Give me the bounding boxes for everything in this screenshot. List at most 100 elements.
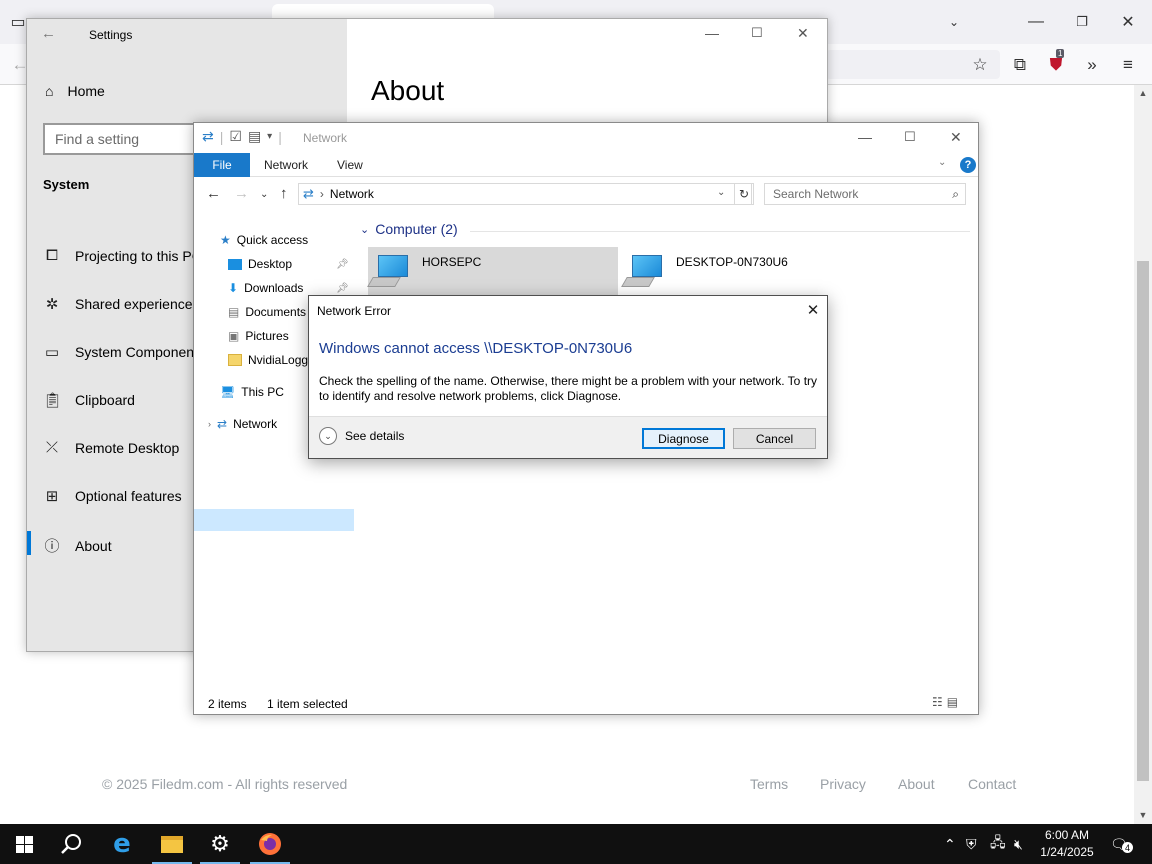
explorer-close-icon[interactable]: ✕ <box>950 129 962 146</box>
nav-label: NvidiaLogg <box>248 353 309 367</box>
tab-file[interactable]: File <box>194 153 250 177</box>
cancel-button[interactable]: Cancel <box>733 428 816 449</box>
group-label: Computer (2) <box>375 221 458 237</box>
settings-minimize-icon[interactable]: — <box>705 25 719 41</box>
properties-icon[interactable]: ☑ <box>229 128 242 145</box>
explorer-search-input[interactable]: Search Network ⌕ <box>764 183 966 205</box>
scroll-up-icon[interactable]: ▲ <box>1134 85 1152 101</box>
hamburger-menu-icon[interactable]: ≡ <box>1114 51 1142 79</box>
recent-locations-icon[interactable]: ⌄ <box>260 189 268 200</box>
search-icon[interactable]: ⌕ <box>952 187 959 202</box>
system-clock[interactable]: 6:00 AM 1/24/2025 <box>1036 827 1098 861</box>
tab-network[interactable]: Network <box>264 158 308 172</box>
document-icon: ▤ <box>228 305 240 319</box>
forward-arrow-icon[interactable]: → <box>234 185 249 202</box>
browser-restore-icon[interactable]: ❐ <box>1068 8 1096 36</box>
see-details-toggle[interactable]: ⌄ See details <box>319 427 404 445</box>
nav-label: This PC <box>241 385 284 399</box>
footer-link-contact[interactable]: Contact <box>968 776 1016 792</box>
address-bar[interactable]: ⇄ › Network ⌄ <box>298 183 752 205</box>
group-divider <box>470 231 970 232</box>
footer-link-privacy[interactable]: Privacy <box>820 776 866 792</box>
ublock-icon[interactable]: ⛊ 1 <box>1042 49 1070 79</box>
tab-view[interactable]: View <box>337 158 363 172</box>
refresh-icon[interactable]: ↻ <box>734 183 754 205</box>
settings-close-icon[interactable]: ✕ <box>797 25 809 42</box>
settings-item-projecting[interactable]: ⧠ Projecting to this PC <box>43 247 202 264</box>
up-arrow-icon[interactable]: ↑ <box>280 185 288 202</box>
settings-item-about[interactable]: ⓘ About <box>43 535 111 556</box>
firefox-icon[interactable] <box>246 824 294 864</box>
settings-home-link[interactable]: ⌂ Home <box>45 83 105 99</box>
share-icon: ✲ <box>45 296 59 313</box>
diagnose-button[interactable]: Diagnose <box>642 428 725 449</box>
settings-item-system-components[interactable]: ▭ System Components <box>43 343 205 361</box>
help-icon[interactable]: ? <box>960 157 976 173</box>
desktop-icon <box>228 258 242 270</box>
nav-item-pictures[interactable]: ▣ Pictures <box>228 329 289 343</box>
settings-gear-icon[interactable]: ⚙ <box>196 824 244 864</box>
dialog-close-icon[interactable]: ✕ <box>803 300 823 320</box>
settings-maximize-icon[interactable]: ☐ <box>751 25 763 41</box>
tab-overflow-chevron-icon[interactable]: ⌄ <box>940 8 968 36</box>
explorer-maximize-icon[interactable]: ☐ <box>904 129 916 145</box>
see-details-label: See details <box>345 429 405 443</box>
settings-item-shared-experiences[interactable]: ✲ Shared experiences <box>43 295 200 313</box>
nav-item-nvidialogg[interactable]: NvidiaLogg <box>228 353 308 367</box>
back-arrow-icon[interactable]: ← <box>206 185 221 202</box>
nav-item-documents[interactable]: ▤ Documents <box>228 305 306 319</box>
nav-item-this-pc[interactable]: 🖥︎ This PC <box>220 385 284 399</box>
tiles-view-icon[interactable]: ▤ <box>947 695 958 709</box>
explorer-titlebar: ⇄ | ☑ ▤ ▾ | Network — ☐ ✕ <box>194 123 978 153</box>
pin-icon[interactable]: 📌︎ <box>336 259 349 270</box>
computer-item-horsepc[interactable]: HORSEPC <box>367 255 481 287</box>
settings-item-label: Shared experiences <box>75 296 200 312</box>
expand-chevron-icon[interactable]: › <box>208 419 211 429</box>
ribbon-expand-icon[interactable]: ⌄ <box>938 157 946 168</box>
search-icon[interactable] <box>48 824 96 864</box>
page-scrollbar[interactable]: ▲ ▼ <box>1134 85 1152 824</box>
nav-item-desktop[interactable]: Desktop <box>228 257 292 271</box>
explorer-minimize-icon[interactable]: — <box>858 129 872 145</box>
pin-icon[interactable]: 📌︎ <box>336 283 349 294</box>
scroll-thumb[interactable] <box>1137 261 1149 781</box>
search-placeholder: Search Network <box>773 187 859 201</box>
collapse-chevron-icon[interactable]: ⌄ <box>360 223 369 236</box>
details-view-icon[interactable]: ☷ <box>932 695 943 709</box>
settings-back-icon[interactable]: ← <box>41 25 56 42</box>
nav-label: Quick access <box>236 233 309 247</box>
nav-item-quick-access[interactable]: ★ Quick access <box>220 233 308 247</box>
settings-item-remote-desktop[interactable]: ⤫ Remote Desktop <box>43 439 179 456</box>
volume-muted-icon[interactable]: 🔇︎ <box>1014 824 1023 864</box>
download-arrow-icon: ⬇ <box>228 281 239 295</box>
windows-start-icon[interactable] <box>0 824 48 864</box>
browser-minimize-icon[interactable]: — <box>1022 8 1050 36</box>
scroll-down-icon[interactable]: ▼ <box>1134 807 1152 823</box>
network-status-icon[interactable]: 🖧︎ <box>990 824 1006 864</box>
dialog-heading: Windows cannot access \\DESKTOP-0N730U6 <box>319 340 633 357</box>
settings-item-clipboard[interactable]: 📋︎ Clipboard <box>43 391 135 409</box>
qat-dropdown-icon[interactable]: ▾ <box>267 131 272 142</box>
network-folder-icon: ⇄ <box>202 128 214 144</box>
address-dropdown-icon[interactable]: ⌄ <box>717 187 725 198</box>
security-shield-icon[interactable]: ⛨ <box>966 824 977 864</box>
nav-item-downloads[interactable]: ⬇ Downloads <box>228 281 303 295</box>
components-icon: ▭ <box>44 344 60 361</box>
show-hidden-icons-chevron-icon[interactable]: ⌃ <box>944 824 956 864</box>
browser-close-icon[interactable]: ✕ <box>1114 8 1142 36</box>
nav-item-network[interactable]: › ⇄ Network <box>208 417 277 431</box>
footer-link-about[interactable]: About <box>898 776 935 792</box>
settings-item-optional-features[interactable]: ⊞ Optional features <box>43 487 182 505</box>
settings-active-indicator <box>27 531 31 555</box>
footer-link-terms[interactable]: Terms <box>750 776 788 792</box>
file-explorer-icon[interactable] <box>148 824 196 864</box>
bookmark-star-icon[interactable]: ☆ <box>966 51 994 79</box>
address-path[interactable]: Network <box>330 187 374 201</box>
group-header-computer[interactable]: ⌄ Computer (2) <box>360 221 458 237</box>
computer-item-desktop[interactable]: DESKTOP-0N730U6 <box>621 255 788 287</box>
overflow-menu-icon[interactable]: » <box>1078 51 1106 79</box>
toolbar-separator: | <box>219 128 224 145</box>
edge-browser-icon[interactable]: e <box>98 824 146 864</box>
new-folder-icon[interactable]: ▤ <box>248 128 261 145</box>
extensions-icon[interactable]: ⧉ <box>1006 51 1034 79</box>
